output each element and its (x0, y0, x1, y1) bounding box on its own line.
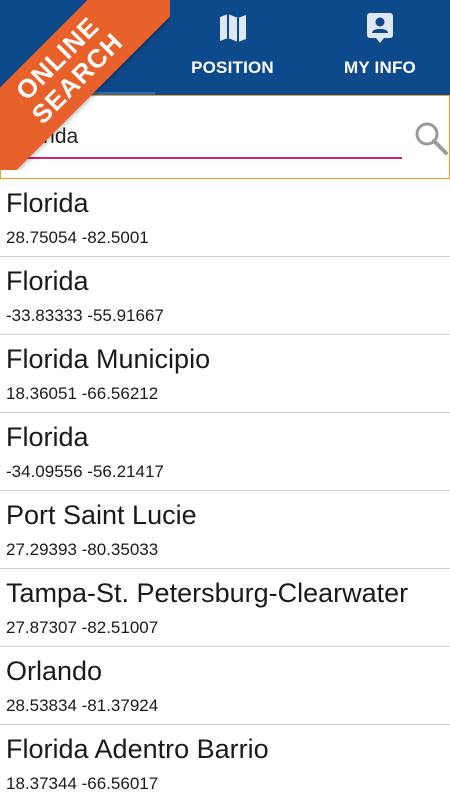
result-coordinates: 18.37344 -66.56017 (6, 774, 159, 793)
result-name: Port Saint Lucie (6, 500, 197, 530)
result-name: Florida (6, 422, 89, 452)
app-screen: SEARCH POSITION MY INFO ONLINE SEARCH Fl… (0, 0, 450, 800)
result-name: Orlando (6, 656, 103, 686)
result-coordinates: 27.29393 -80.35033 (6, 540, 159, 559)
list-item[interactable]: Florida 28.75054 -82.5001 (0, 179, 450, 257)
tab-my-info[interactable]: MY INFO (310, 0, 450, 95)
list-item[interactable]: Orlando 28.53834 -81.37924 (0, 647, 450, 725)
search-area (0, 95, 450, 179)
tab-bar: SEARCH POSITION MY INFO (0, 0, 450, 95)
list-item[interactable]: Florida -34.09556 -56.21417 (0, 413, 450, 491)
tab-position[interactable]: POSITION (155, 0, 310, 95)
list-item[interactable]: Florida Municipio 18.36051 -66.56212 (0, 335, 450, 413)
result-coordinates: 18.36051 -66.56212 (6, 384, 159, 403)
result-name: Florida Adentro Barrio (6, 734, 269, 764)
list-item[interactable]: Florida Adentro Barrio 18.37344 -66.56017 (0, 725, 450, 800)
search-input[interactable] (12, 117, 402, 159)
search-icon[interactable] (413, 120, 449, 156)
results-list: Florida 28.75054 -82.5001 Florida -33.83333… (0, 179, 450, 800)
result-name: Florida (6, 266, 89, 296)
tab-search[interactable]: SEARCH (0, 0, 155, 95)
result-name: Tampa-St. Petersburg-Clearwater (6, 578, 409, 608)
list-item[interactable]: Florida -33.83333 -55.91667 (0, 257, 450, 335)
result-coordinates: 27.87307 -82.51007 (6, 618, 159, 637)
contact-card-icon (367, 13, 393, 43)
result-coordinates: 28.75054 -82.5001 (6, 228, 149, 247)
result-coordinates: -34.09556 -56.21417 (6, 462, 164, 481)
tab-position-label: POSITION (191, 58, 274, 77)
list-item[interactable]: Port Saint Lucie 27.29393 -80.35033 (0, 491, 450, 569)
result-name: Florida Municipio (6, 344, 211, 374)
tab-search-label: SEARCH (41, 58, 114, 77)
tab-my-info-label: MY INFO (344, 58, 416, 77)
result-name: Florida (6, 188, 89, 218)
list-item[interactable]: Tampa-St. Petersburg-Clearwater 27.87307 … (0, 569, 450, 647)
result-coordinates: -33.83333 -55.91667 (6, 306, 164, 325)
result-coordinates: 28.53834 -81.37924 (6, 696, 159, 715)
map-icon (219, 14, 246, 42)
